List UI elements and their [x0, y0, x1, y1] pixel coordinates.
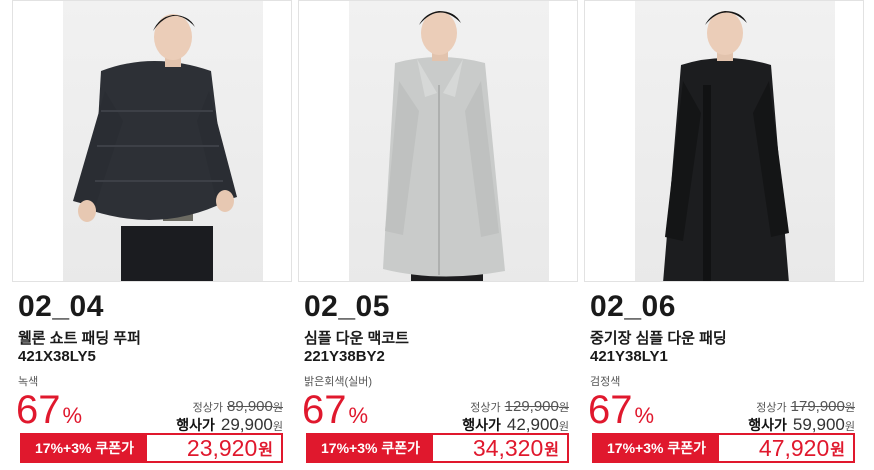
- product-name[interactable]: 웰론 쇼트 패딩 푸퍼: [18, 327, 141, 348]
- product-image[interactable]: [12, 0, 292, 282]
- model-illustration: [73, 14, 237, 281]
- discount-rate: 67%: [16, 390, 82, 436]
- currency-unit: 원: [272, 421, 283, 433]
- event-price: 42,900: [506, 415, 559, 434]
- regular-price: 129,900: [504, 398, 559, 415]
- event-price-label: 행사가: [748, 417, 787, 433]
- product-sku: 221Y38BY2: [304, 348, 385, 365]
- coupon-price-box[interactable]: 17%+3% 쿠폰가 34,320 원: [306, 433, 569, 463]
- currency-unit: 원: [844, 402, 855, 414]
- product-color: 녹색: [18, 376, 39, 388]
- product-grid: 02_04 웰론 쇼트 패딩 푸퍼 421X38LY5 녹색 67% 정상가 89…: [0, 0, 874, 470]
- product-image[interactable]: [584, 0, 864, 282]
- coupon-label: 17%+3% 쿠폰가: [308, 435, 433, 461]
- discount-rate: 67%: [588, 390, 654, 436]
- model-illustration: [663, 11, 789, 281]
- currency-unit: 원: [544, 442, 559, 459]
- currency-unit: 원: [844, 421, 855, 433]
- coupon-label: 17%+3% 쿠폰가: [22, 435, 147, 461]
- regular-price-label: 정상가: [192, 402, 223, 414]
- regular-price-label: 정상가: [756, 402, 787, 414]
- coupon-amount: 34,320 원: [433, 435, 567, 461]
- percent-sign: %: [62, 403, 83, 428]
- coupon-amount: 47,920 원: [719, 435, 853, 461]
- currency-unit: 원: [258, 442, 273, 459]
- discount-rate: 67%: [302, 390, 368, 436]
- product-name[interactable]: 중기장 심플 다운 패딩: [590, 327, 727, 348]
- event-price: 59,900: [792, 415, 845, 434]
- currency-unit: 원: [830, 442, 845, 459]
- regular-price: 89,900: [226, 398, 273, 415]
- product-image[interactable]: [298, 0, 578, 282]
- currency-unit: 원: [558, 421, 569, 433]
- regular-price-label: 정상가: [470, 402, 501, 414]
- currency-unit: 원: [558, 402, 569, 414]
- product-sku: 421X38LY5: [18, 348, 96, 365]
- product-color: 검정색: [590, 376, 621, 388]
- regular-price-row: 정상가 89,900원: [193, 398, 283, 415]
- currency-unit: 원: [272, 402, 283, 414]
- event-price-label: 행사가: [462, 417, 501, 433]
- product-card[interactable]: 02_04 웰론 쇼트 패딩 푸퍼 421X38LY5 녹색 67% 정상가 89…: [12, 0, 295, 470]
- coupon-amount: 23,920 원: [147, 435, 281, 461]
- coupon-price: 23,920: [186, 434, 258, 461]
- product-name[interactable]: 심플 다운 맥코트: [304, 327, 409, 348]
- model-illustration: [383, 11, 505, 281]
- event-price-row: 행사가 59,900원: [748, 415, 855, 435]
- product-card[interactable]: 02_06 중기장 심플 다운 패딩 421Y38LY1 검정색 67% 정상가…: [584, 0, 867, 470]
- product-color: 밝은회색(실버): [304, 376, 373, 388]
- coupon-price: 47,920: [758, 434, 830, 461]
- coupon-label: 17%+3% 쿠폰가: [594, 435, 719, 461]
- discount-value: 67: [588, 388, 633, 432]
- event-price-label: 행사가: [176, 417, 215, 433]
- product-code: 02_06: [590, 290, 676, 323]
- product-sku: 421Y38LY1: [590, 348, 668, 365]
- product-code: 02_05: [304, 290, 390, 323]
- product-code: 02_04: [18, 290, 104, 323]
- percent-sign: %: [348, 403, 369, 428]
- percent-sign: %: [634, 403, 655, 428]
- regular-price-row: 정상가 129,900원: [470, 398, 569, 415]
- discount-value: 67: [16, 388, 61, 432]
- event-price: 29,900: [220, 415, 273, 434]
- event-price-row: 행사가 29,900원: [176, 415, 283, 435]
- event-price-row: 행사가 42,900원: [462, 415, 569, 435]
- regular-price: 179,900: [790, 398, 845, 415]
- coupon-price: 34,320: [472, 434, 544, 461]
- coupon-price-box[interactable]: 17%+3% 쿠폰가 47,920 원: [592, 433, 855, 463]
- product-card[interactable]: 02_05 심플 다운 맥코트 221Y38BY2 밝은회색(실버) 67% 정…: [298, 0, 581, 470]
- coupon-price-box[interactable]: 17%+3% 쿠폰가 23,920 원: [20, 433, 283, 463]
- regular-price-row: 정상가 179,900원: [756, 398, 855, 415]
- discount-value: 67: [302, 388, 347, 432]
